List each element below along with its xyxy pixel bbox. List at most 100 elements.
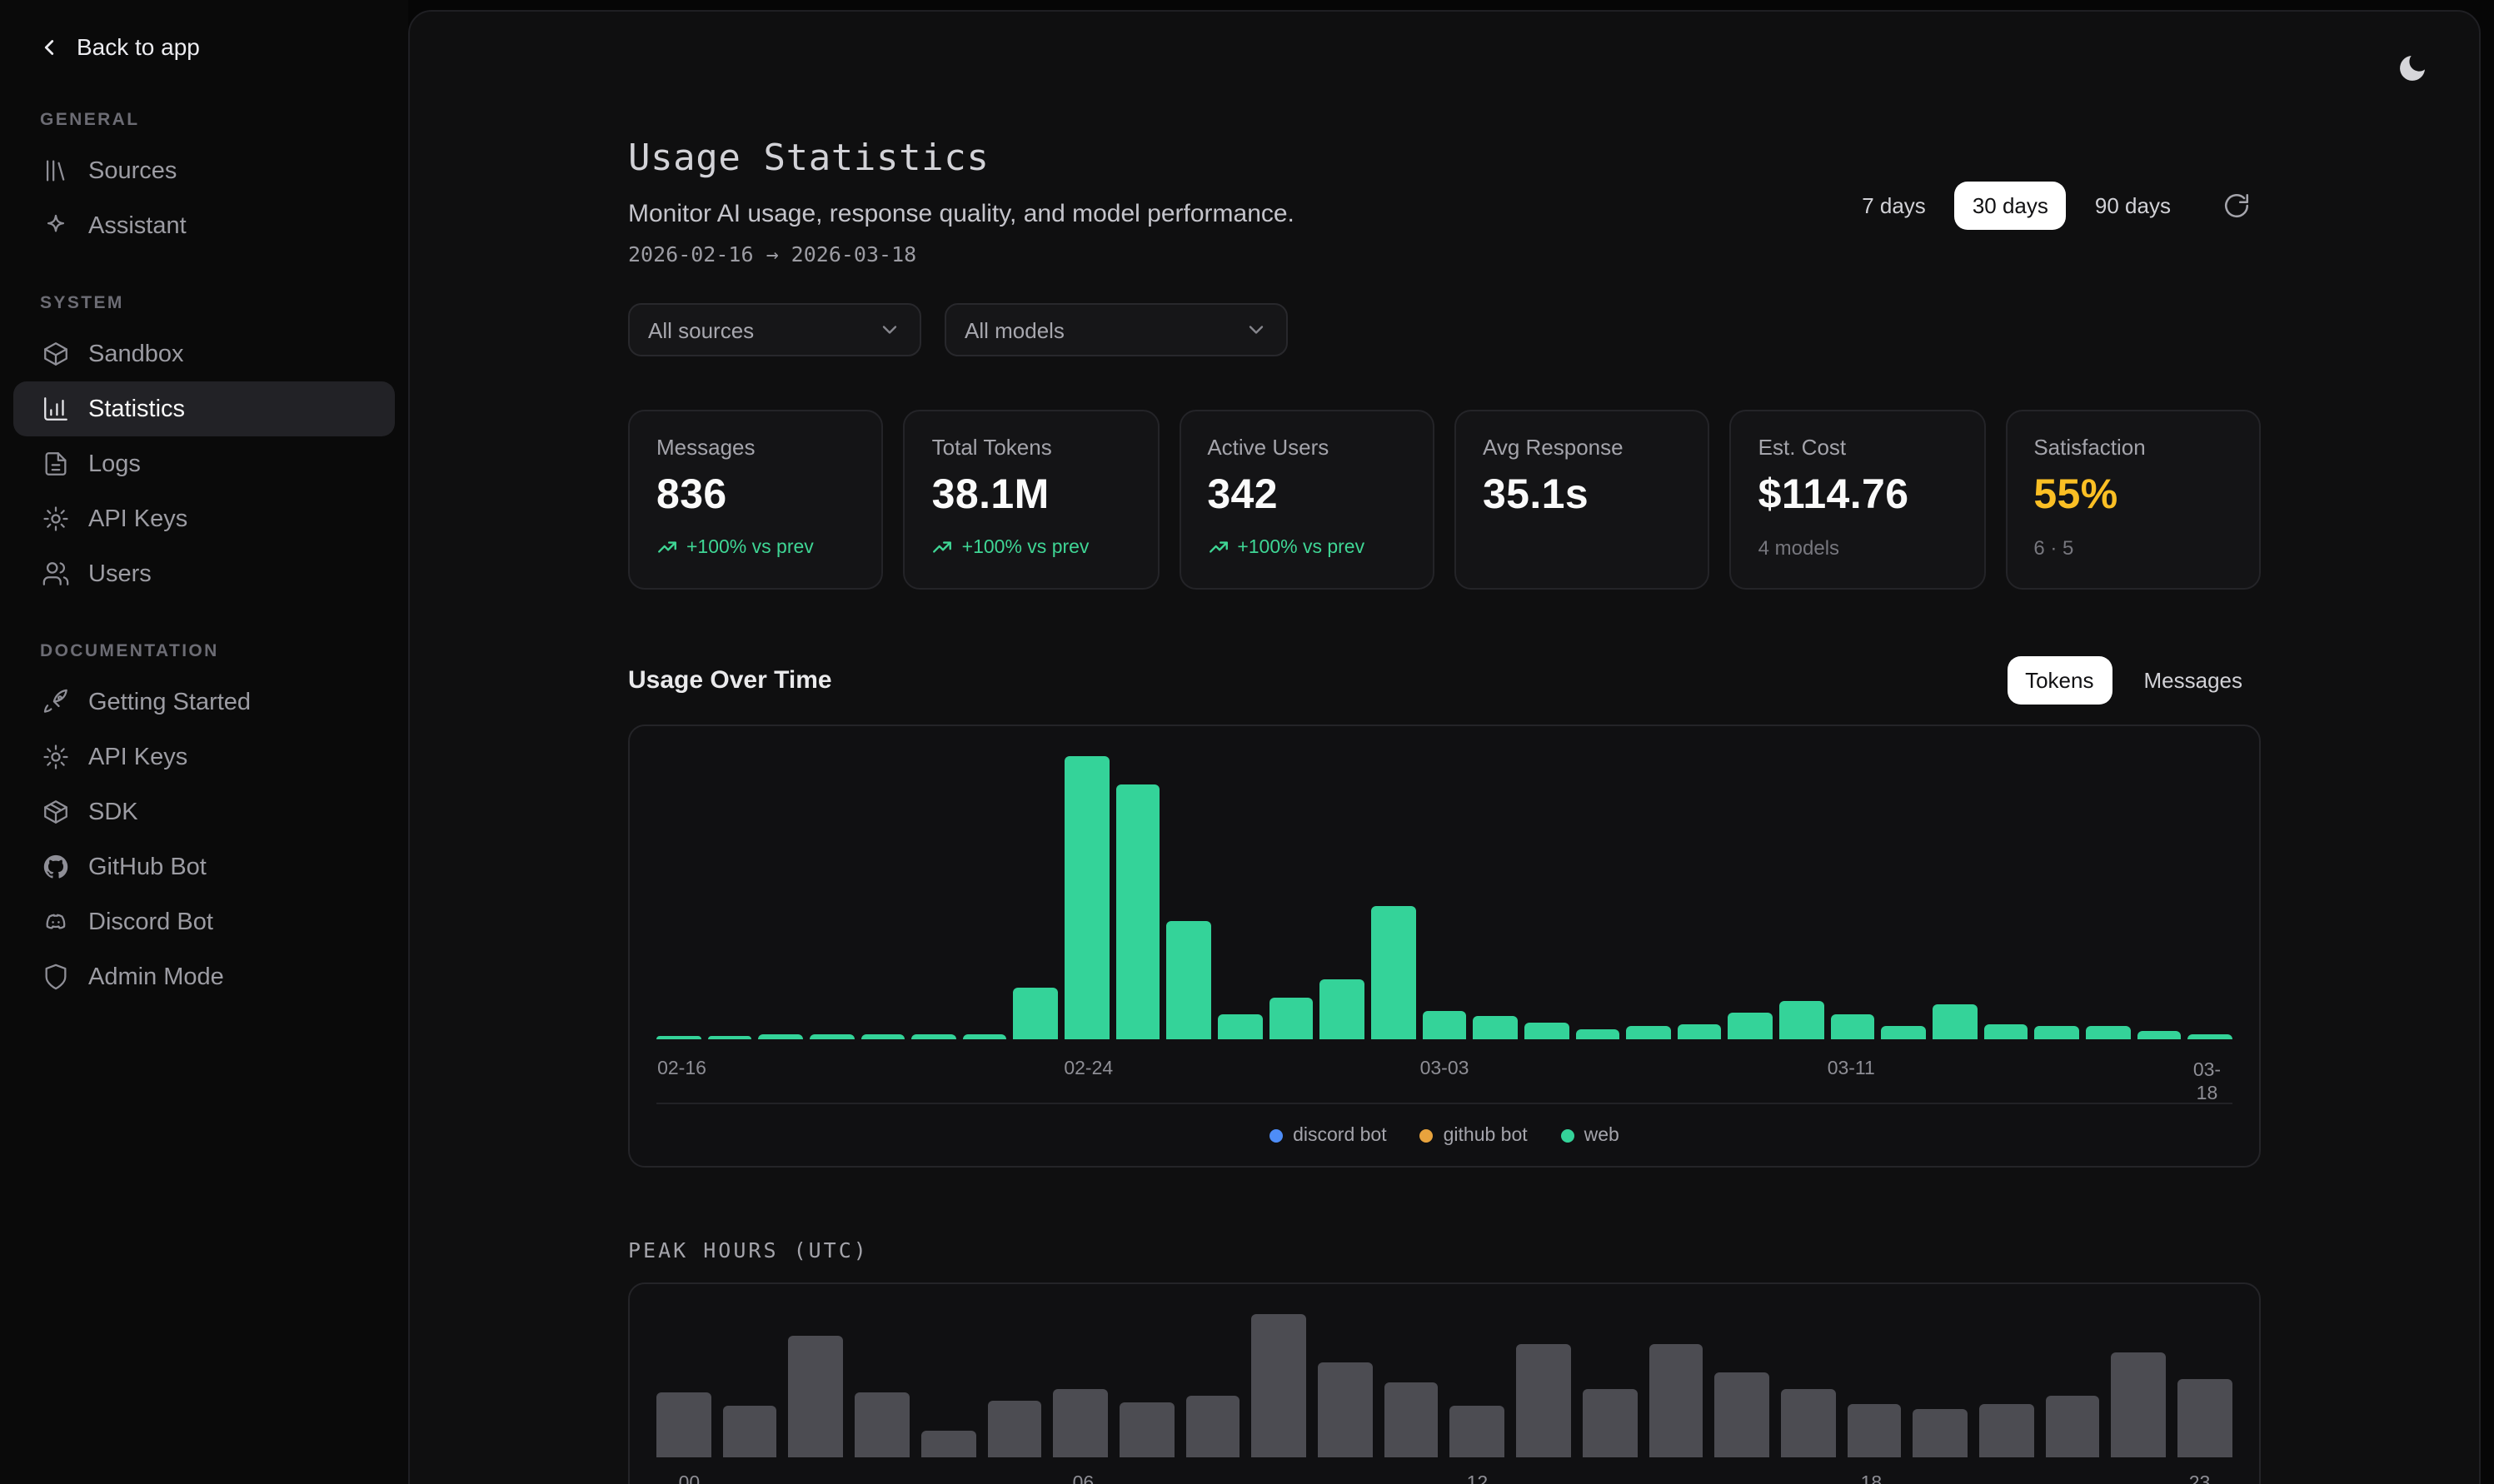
sidebar-item-label: Statistics [88, 396, 185, 422]
usage-bar-stack [1014, 988, 1058, 1039]
stat-value: 836 [656, 471, 855, 520]
usage-bar-segment [1014, 988, 1058, 1039]
theme-toggle-button[interactable] [2386, 42, 2439, 95]
peak-hour-bar [855, 1392, 909, 1457]
usage-bar [1933, 1004, 1977, 1039]
peak-x-labels: 0006121823 [656, 1467, 2232, 1484]
peak-chart-card: 0006121823 [628, 1282, 2261, 1484]
sidebar-item-github-bot[interactable]: GitHub Bot [13, 839, 395, 894]
sidebar-item-label: Discord Bot [88, 909, 213, 935]
peak-section-title: PEAK HOURS (UTC) [628, 1237, 2261, 1262]
page-header-text: Usage Statistics Monitor AI usage, respo… [628, 138, 1294, 266]
usage-bar-segment [963, 1034, 1007, 1039]
range-option-7-days[interactable]: 7 days [1843, 182, 1944, 230]
usage-x-labels: 02-1602-2403-0303-1103-18 [656, 1053, 2232, 1099]
sidebar-item-logs[interactable]: Logs [13, 436, 395, 491]
usage-bar-stack [1422, 1011, 1466, 1039]
peak-hour-bar [2112, 1352, 2166, 1457]
sidebar-section: SYSTEMSandboxStatisticsLogsAPI KeysUsers [0, 293, 408, 601]
range-option-30-days[interactable]: 30 days [1954, 182, 2067, 230]
sidebar-section-title: GENERAL [40, 110, 408, 130]
peak-hour-bar [1781, 1389, 1835, 1457]
sidebar-item-sandbox[interactable]: Sandbox [13, 326, 395, 381]
back-to-app-label: Back to app [77, 33, 200, 60]
x-axis-label: 03-11 [1828, 1059, 1875, 1079]
legend-item-github-bot: github bot [1420, 1126, 1528, 1146]
sidebar-item-assistant[interactable]: Assistant [13, 198, 395, 253]
x-axis-label: 06 [1073, 1474, 1095, 1484]
sidebar-item-discord-bot[interactable]: Discord Bot [13, 894, 395, 949]
stat-card-messages: Messages836+100% vs prev [628, 410, 884, 590]
content-column: Usage Statistics Monitor AI usage, respo… [628, 12, 2261, 1484]
page-header: Usage Statistics Monitor AI usage, respo… [628, 138, 2261, 266]
toggle-group: Tokens Messages [2007, 656, 2261, 705]
sidebar-item-api-keys[interactable]: API Keys [13, 730, 395, 784]
x-axis-label: 03-03 [1420, 1059, 1469, 1079]
usage-bar-segment [1983, 1024, 2028, 1039]
toggle-option-messages[interactable]: Messages [2126, 656, 2262, 705]
stat-delta: +100% vs prev [932, 536, 1131, 558]
sidebar-item-label: Logs [88, 451, 141, 477]
refresh-button[interactable] [2212, 182, 2261, 230]
usage-bar [707, 1036, 751, 1039]
usage-bar-segment [860, 1034, 905, 1039]
sidebar-item-api-keys[interactable]: API Keys [13, 491, 395, 546]
usage-bar-segment [1269, 998, 1313, 1039]
usage-section-header: Usage Over Time TokensMessages [628, 656, 2261, 705]
usage-bar-stack [1575, 1029, 1619, 1039]
usage-bar-segment [1320, 979, 1364, 1039]
logs-icon [40, 449, 70, 479]
peak-hour-bar [1185, 1396, 1240, 1457]
chevron-left-icon [37, 34, 62, 59]
toggle-option-tokens[interactable]: Tokens [2007, 656, 2112, 705]
sidebar-item-sources[interactable]: Sources [13, 143, 395, 198]
stat-card-total-tokens: Total Tokens38.1M+100% vs prev [904, 410, 1160, 590]
sidebar-item-sdk[interactable]: SDK [13, 784, 395, 839]
usage-bar-stack [656, 1036, 701, 1039]
peak-hour-bar [1252, 1314, 1306, 1457]
legend-item-web: web [1561, 1126, 1619, 1146]
usage-bar-stack [1065, 756, 1109, 1039]
usage-bar [860, 1034, 905, 1039]
usage-bar-segment [1626, 1026, 1670, 1039]
stat-delta-text: +100% vs prev [686, 537, 814, 557]
sidebar-section: DOCUMENTATIONGetting StartedAPI KeysSDKG… [0, 641, 408, 1004]
usage-bar [1116, 784, 1160, 1039]
range-option-90-days[interactable]: 90 days [2077, 182, 2189, 230]
trending-up-icon [656, 536, 678, 558]
usage-chart-card: 02-1602-2403-0303-1103-18 discord botgit… [628, 725, 2261, 1168]
model-filter-select[interactable]: All models [945, 303, 1288, 356]
sidebar-item-getting-started[interactable]: Getting Started [13, 675, 395, 730]
users-icon [40, 559, 70, 589]
peak-hour-bar [2046, 1396, 2100, 1457]
back-to-app-button[interactable]: Back to app [0, 20, 408, 70]
usage-bar [1014, 988, 1058, 1039]
peak-hour-bar [656, 1392, 711, 1457]
legend-dot [1269, 1129, 1283, 1143]
peak-hour-bar [1053, 1389, 1107, 1457]
sidebar-item-admin-mode[interactable]: Admin Mode [13, 949, 395, 1004]
usage-bar-segment [1065, 756, 1109, 1039]
stat-label: Avg Response [1483, 435, 1682, 460]
usage-bar-stack [1474, 1016, 1518, 1039]
stat-value: 38.1M [932, 471, 1131, 520]
source-filter-select[interactable]: All sources [628, 303, 921, 356]
x-axis-label: 23 [2189, 1474, 2211, 1484]
peak-hour-bar [1715, 1372, 1769, 1457]
usage-bar [1882, 1026, 1926, 1039]
usage-bar-stack [1779, 1001, 1823, 1039]
stat-value: 55% [2033, 471, 2232, 520]
trending-up-icon [932, 536, 954, 558]
sidebar-item-label: Getting Started [88, 689, 251, 715]
usage-bar [1983, 1024, 2028, 1039]
stat-delta: +100% vs prev [656, 536, 855, 558]
usage-bar [810, 1034, 854, 1039]
usage-bar [963, 1034, 1007, 1039]
sidebar-item-users[interactable]: Users [13, 546, 395, 601]
usage-bar-stack [707, 1036, 751, 1039]
usage-bar-stack [860, 1034, 905, 1039]
range-group: 7 days30 days90 days [1843, 182, 2189, 230]
usage-bar-stack [1830, 1014, 1874, 1039]
sidebar-item-statistics[interactable]: Statistics [13, 381, 395, 436]
stat-value: $114.76 [1758, 471, 1958, 520]
